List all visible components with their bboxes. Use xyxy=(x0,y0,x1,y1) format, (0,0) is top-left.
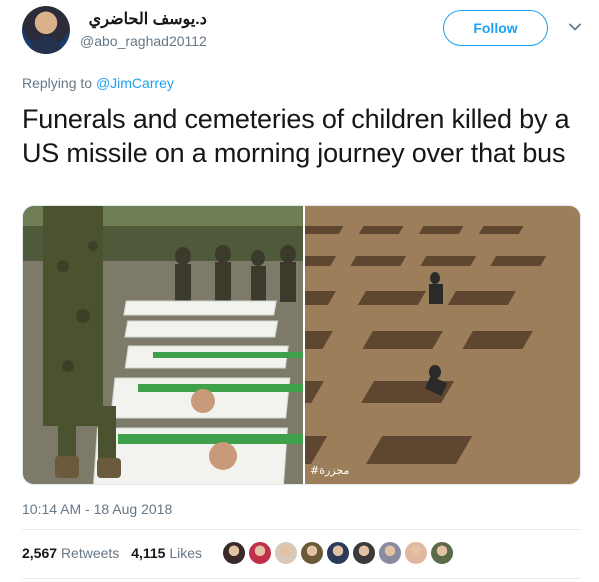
photo-watermark: #مجزرة xyxy=(310,464,349,477)
liker-avatar[interactable] xyxy=(352,541,376,565)
liker-avatar[interactable] xyxy=(248,541,272,565)
likes-stat[interactable]: 4,115 Likes xyxy=(131,543,202,563)
liker-avatar[interactable] xyxy=(404,541,428,565)
author-handle[interactable]: @abo_raghad20112 xyxy=(80,32,207,50)
liker-avatar[interactable] xyxy=(326,541,350,565)
graves-photo[interactable]: #مجزرة xyxy=(305,206,580,484)
divider-top xyxy=(22,529,581,530)
replying-to-link[interactable]: @JimCarrey xyxy=(96,75,174,91)
divider-bottom xyxy=(22,578,581,579)
retweets-stat[interactable]: 2,567 Retweets xyxy=(22,543,119,563)
tweet-media[interactable]: #مجزرة xyxy=(22,205,581,485)
retweets-label: Retweets xyxy=(60,545,120,561)
liker-avatar[interactable] xyxy=(300,541,324,565)
follow-button[interactable]: Follow xyxy=(443,10,548,46)
liker-avatar[interactable] xyxy=(222,541,246,565)
replying-to: Replying to @JimCarrey xyxy=(22,74,174,92)
funeral-photo-illustration xyxy=(23,206,303,484)
author-display-name[interactable]: د.يوسف الحاضري xyxy=(80,10,207,30)
liker-avatar[interactable] xyxy=(274,541,298,565)
replying-to-prefix: Replying to xyxy=(22,75,96,91)
graves-photo-illustration: #مجزرة xyxy=(305,206,580,484)
chevron-down-icon[interactable] xyxy=(568,20,582,34)
liker-avatar[interactable] xyxy=(430,541,454,565)
tweet-timestamp[interactable]: 10:14 AM - 18 Aug 2018 xyxy=(22,500,172,518)
tweet-header: د.يوسف الحاضري @abo_raghad20112 Follow xyxy=(22,6,587,58)
engagement-stats: 2,567 Retweets 4,115 Likes xyxy=(22,543,210,563)
funeral-photo[interactable] xyxy=(23,206,303,484)
author-avatar[interactable] xyxy=(22,6,70,54)
author-names[interactable]: د.يوسف الحاضري @abo_raghad20112 xyxy=(80,10,207,50)
liker-avatar[interactable] xyxy=(378,541,402,565)
likes-count: 4,115 xyxy=(131,545,166,561)
retweets-count: 2,567 xyxy=(22,545,58,561)
tweet-text: Funerals and cemeteries of children kill… xyxy=(22,104,570,168)
likes-label: Likes xyxy=(169,545,203,561)
